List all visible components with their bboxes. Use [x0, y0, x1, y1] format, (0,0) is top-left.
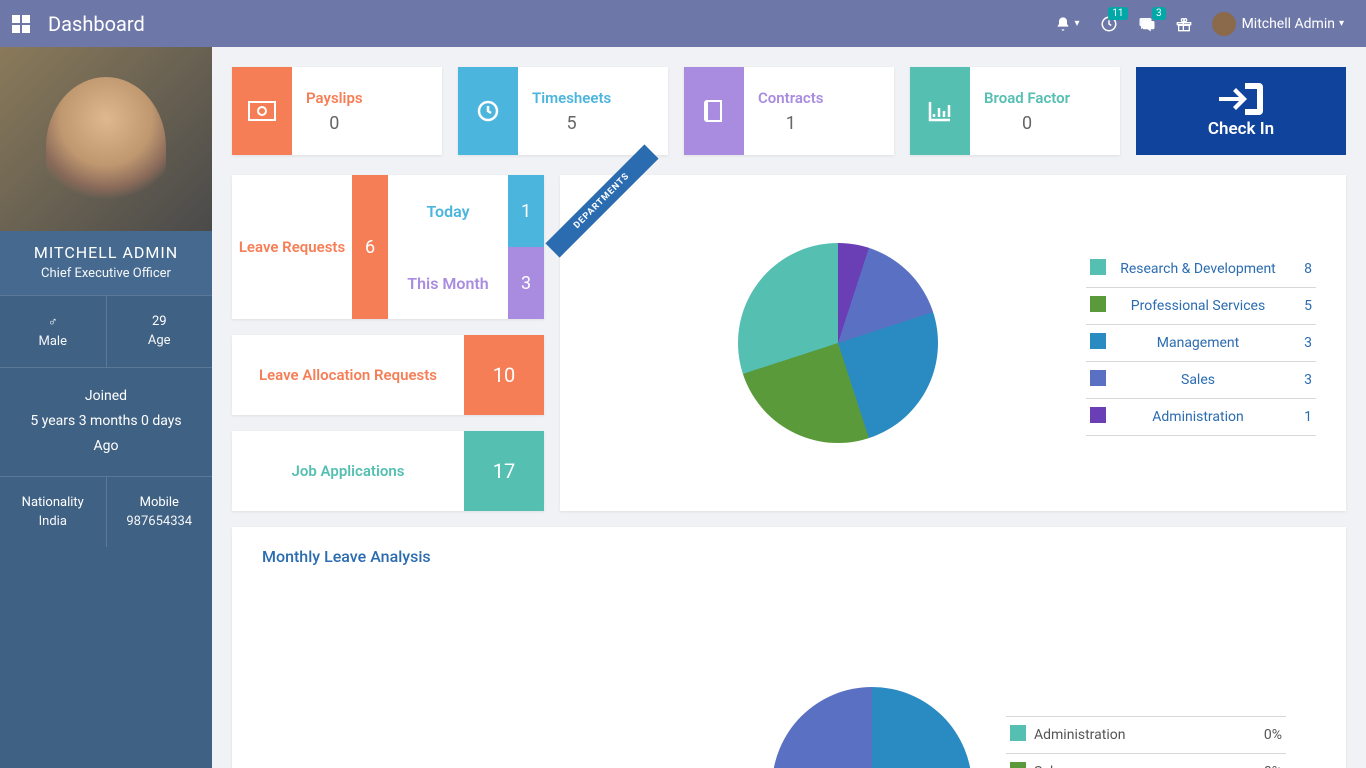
- gift-icon[interactable]: [1176, 16, 1192, 32]
- card-leave-requests[interactable]: Leave Requests 6 Today1 This Month3: [232, 175, 544, 319]
- chart-icon: [910, 67, 970, 155]
- profile-name: MITCHELL ADMIN: [0, 243, 212, 262]
- main-content: Payslips0 Timesheets5 Contracts1 Broad F…: [212, 47, 1366, 768]
- profile-title: Chief Executive Officer: [0, 266, 212, 281]
- activities-badge: 11: [1108, 7, 1127, 20]
- profile-nationality: Nationality India: [0, 477, 106, 547]
- card-job-applications[interactable]: Job Applications 17: [232, 431, 544, 511]
- checkin-button[interactable]: Check In: [1136, 67, 1346, 155]
- money-icon: [232, 67, 292, 155]
- card-broad-factor[interactable]: Broad Factor0: [910, 67, 1120, 155]
- user-name: Mitchell Admin: [1242, 16, 1335, 32]
- legend-row[interactable]: Professional Services5: [1086, 287, 1316, 324]
- monthly-legend: Administration0%Sales0%Management40%: [1006, 716, 1286, 768]
- profile-joined: Joined 5 years 3 months 0 days Ago: [0, 367, 212, 476]
- profile-age: 29 Age: [106, 296, 213, 367]
- card-payslips[interactable]: Payslips0: [232, 67, 442, 155]
- user-menu[interactable]: Mitchell Admin ▾: [1212, 12, 1344, 36]
- sidebar: MITCHELL ADMIN Chief Executive Officer ♂…: [0, 47, 212, 768]
- messages-badge: 3: [1152, 7, 1166, 20]
- activities-icon[interactable]: 11: [1100, 15, 1118, 33]
- clock-icon: [458, 67, 518, 155]
- leave-month: This Month3: [388, 247, 544, 319]
- top-bar: Dashboard ▾ 11 3 Mitchell Admin ▾: [0, 0, 1366, 47]
- legend-row[interactable]: Research & Development8: [1086, 251, 1316, 288]
- gender-icon: ♂: [4, 314, 102, 330]
- avatar: [1212, 12, 1236, 36]
- card-leave-allocation[interactable]: Leave Allocation Requests 10: [232, 335, 544, 415]
- book-icon: [684, 67, 744, 155]
- signin-icon: [1219, 83, 1263, 115]
- legend-row[interactable]: Sales0%: [1006, 754, 1286, 768]
- legend-row[interactable]: Administration1: [1086, 398, 1316, 435]
- monthly-pie: [772, 687, 972, 768]
- departments-legend: Research & Development8Professional Serv…: [1086, 251, 1316, 436]
- legend-row[interactable]: Management3: [1086, 324, 1316, 361]
- apps-icon[interactable]: [12, 15, 30, 33]
- legend-row[interactable]: Administration0%: [1006, 717, 1286, 754]
- card-contracts[interactable]: Contracts1: [684, 67, 894, 155]
- departments-pie: [738, 243, 938, 443]
- profile-name-block: MITCHELL ADMIN Chief Executive Officer: [0, 231, 212, 295]
- leave-today: Today1: [388, 175, 544, 247]
- notifications-icon[interactable]: ▾: [1055, 16, 1080, 32]
- legend-row[interactable]: Sales3: [1086, 361, 1316, 398]
- card-timesheets[interactable]: Timesheets5: [458, 67, 668, 155]
- messages-icon[interactable]: 3: [1138, 15, 1156, 33]
- monthly-leave-chart: Monthly Leave Analysis Administration0%S…: [232, 527, 1346, 768]
- profile-gender: ♂ Male: [0, 296, 106, 367]
- departments-chart: DEPARTMENTS Research & Development8Profe…: [560, 175, 1346, 511]
- monthly-title: Monthly Leave Analysis: [262, 547, 1316, 566]
- page-title: Dashboard: [48, 12, 145, 36]
- profile-photo: [0, 47, 212, 231]
- profile-mobile: Mobile 987654334: [106, 477, 213, 547]
